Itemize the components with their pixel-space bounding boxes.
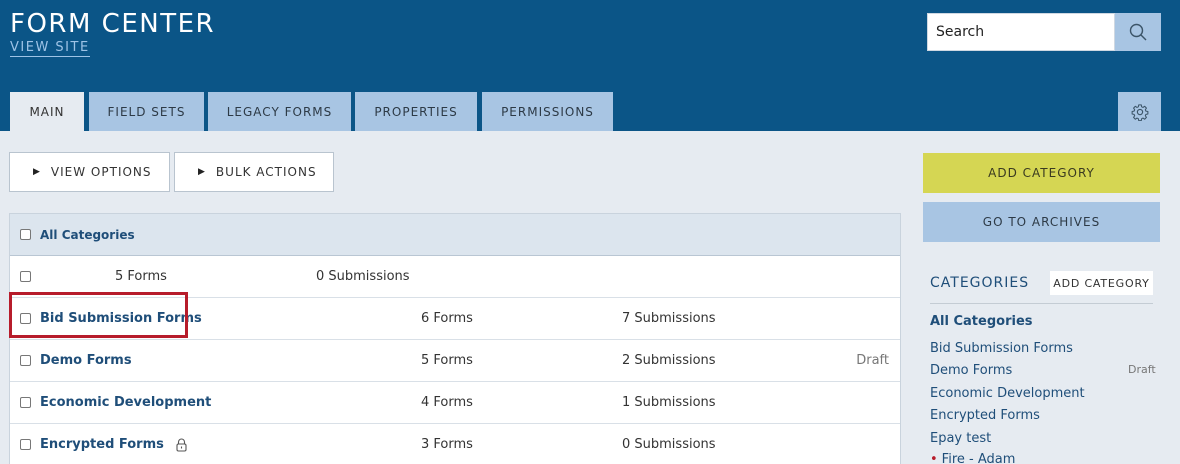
search-input[interactable] [927, 13, 1115, 51]
lock-icon [176, 438, 187, 452]
sidebar-item-label: Fire - Adam [941, 452, 1016, 464]
view-options-label: VIEW OPTIONS [50, 165, 152, 179]
sidebar-draft-badge: Draft [1128, 363, 1156, 376]
row-submissions-count: 2 Submissions [622, 353, 716, 368]
gear-icon [1131, 103, 1148, 121]
sidebar-item-demo-forms[interactable]: Demo Forms [930, 363, 1012, 378]
row-forms-count: 3 Forms [421, 437, 473, 452]
row-checkbox[interactable] [20, 397, 31, 408]
row-forms-count: 6 Forms [421, 311, 473, 326]
bullet-icon: • [930, 452, 938, 464]
sidebar-item-economic-development[interactable]: Economic Development [930, 386, 1085, 401]
table-row: Encrypted Forms 3 Forms 0 Submissions [10, 424, 900, 464]
highlight-box [9, 292, 188, 338]
table-row: Demo Forms 5 Forms 2 Submissions Draft [10, 340, 900, 382]
search-icon [1129, 23, 1147, 41]
bulk-actions-label: BULK ACTIONS [215, 165, 317, 179]
table-row: Economic Development 4 Forms 1 Submissio… [10, 382, 900, 424]
sidebar-item-encrypted-forms[interactable]: Encrypted Forms [930, 408, 1040, 423]
row-name[interactable]: Encrypted Forms [40, 437, 164, 452]
row-submissions-count: 1 Submissions [622, 395, 716, 410]
add-category-small-button[interactable]: ADD CATEGORY [1050, 271, 1153, 295]
sidebar-item-fire-adam[interactable]: • Fire - Adam [930, 452, 1015, 464]
settings-button[interactable] [1118, 92, 1161, 131]
view-options-button[interactable]: ▶ VIEW OPTIONS [9, 152, 170, 192]
tab-main[interactable]: MAIN [10, 92, 84, 131]
table-header: All Categories [10, 214, 900, 256]
categories-table: All Categories 5 Forms 0 Submissions Bid… [9, 213, 901, 464]
row-submissions-count: 7 Submissions [622, 311, 716, 326]
row-submissions-count: 0 Submissions [316, 269, 410, 284]
search-box [927, 13, 1161, 51]
row-name-wrap: Encrypted Forms [40, 437, 187, 452]
row-forms-count: 5 Forms [421, 353, 473, 368]
play-triangle-icon: ▶ [198, 167, 206, 177]
row-checkbox[interactable] [20, 439, 31, 450]
sidebar-item-bid-submission-forms[interactable]: Bid Submission Forms [930, 341, 1073, 356]
play-triangle-icon: ▶ [33, 167, 41, 177]
row-checkbox[interactable] [20, 355, 31, 366]
tab-legacy-forms[interactable]: LEGACY FORMS [208, 92, 351, 131]
row-checkbox[interactable] [20, 271, 31, 282]
categories-heading: CATEGORIES [930, 275, 1030, 291]
add-category-button[interactable]: ADD CATEGORY [923, 153, 1160, 193]
bulk-actions-button[interactable]: ▶ BULK ACTIONS [174, 152, 334, 192]
tab-properties[interactable]: PROPERTIES [355, 92, 477, 131]
tab-permissions[interactable]: PERMISSIONS [482, 92, 613, 131]
row-submissions-count: 0 Submissions [622, 437, 716, 452]
row-forms-count: 5 Forms [115, 269, 167, 284]
sidebar-item-epay-test[interactable]: Epay test [930, 431, 991, 446]
sidebar-item-all-categories[interactable]: All Categories [930, 314, 1033, 329]
view-site-link[interactable]: VIEW SITE [10, 40, 90, 57]
row-name[interactable]: Demo Forms [40, 353, 132, 368]
search-button[interactable] [1115, 13, 1161, 51]
divider [930, 303, 1153, 304]
all-categories-header[interactable]: All Categories [40, 228, 135, 242]
row-name[interactable]: Economic Development [40, 395, 211, 410]
tab-field-sets[interactable]: FIELD SETS [89, 92, 204, 131]
select-all-checkbox[interactable] [20, 229, 31, 240]
app-header: FORM CENTER VIEW SITE MAIN FIELD SETS LE… [0, 0, 1180, 131]
status-badge: Draft [856, 353, 889, 368]
page-title: FORM CENTER [10, 9, 216, 39]
row-forms-count: 4 Forms [421, 395, 473, 410]
go-to-archives-button[interactable]: GO TO ARCHIVES [923, 202, 1160, 242]
